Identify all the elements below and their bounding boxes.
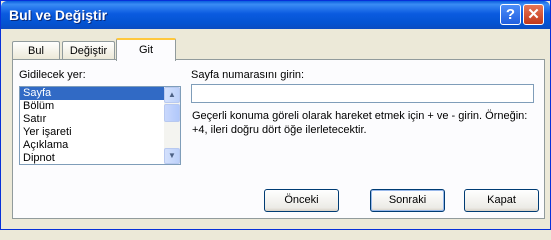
- list-item[interactable]: Dipnot: [20, 152, 166, 164]
- tab-find[interactable]: Bul: [12, 41, 60, 59]
- list-item[interactable]: Sayfa: [20, 87, 166, 100]
- scroll-up-icon[interactable]: ▲: [164, 87, 180, 103]
- previous-button[interactable]: Önceki: [264, 189, 339, 212]
- page-number-input[interactable]: [191, 84, 534, 103]
- list-item[interactable]: Satır: [20, 113, 166, 126]
- list-scrollbar[interactable]: ▲ ▼: [164, 87, 180, 164]
- next-button[interactable]: Sonraki: [370, 189, 445, 212]
- list-item[interactable]: Yer işareti: [20, 126, 166, 139]
- find-replace-dialog: Bul ve Değiştir ? ✕ Bul Değiştir Git Gid…: [0, 0, 551, 230]
- list-item[interactable]: Açıklama: [20, 139, 166, 152]
- goto-what-list[interactable]: Sayfa Bölüm Satır Yer işareti Açıklama D…: [19, 86, 181, 165]
- help-icon[interactable]: ?: [500, 4, 521, 25]
- close-button[interactable]: Kapat: [464, 189, 539, 212]
- scroll-down-icon[interactable]: ▼: [164, 148, 180, 164]
- window-title: Bul ve Değiştir: [9, 7, 108, 23]
- tab-replace[interactable]: Değiştir: [62, 41, 115, 59]
- title-bar[interactable]: Bul ve Değiştir ? ✕: [1, 1, 550, 29]
- scroll-thumb[interactable]: [164, 104, 180, 122]
- list-item[interactable]: Bölüm: [20, 100, 166, 113]
- close-icon[interactable]: ✕: [523, 4, 544, 25]
- tab-goto[interactable]: Git: [116, 38, 176, 61]
- hint-text: Geçerli konuma göreli olarak hareket etm…: [192, 110, 528, 136]
- goto-what-label: Gidilecek yer:: [19, 69, 86, 81]
- page-number-label: Sayfa numarasını girin:: [191, 69, 305, 81]
